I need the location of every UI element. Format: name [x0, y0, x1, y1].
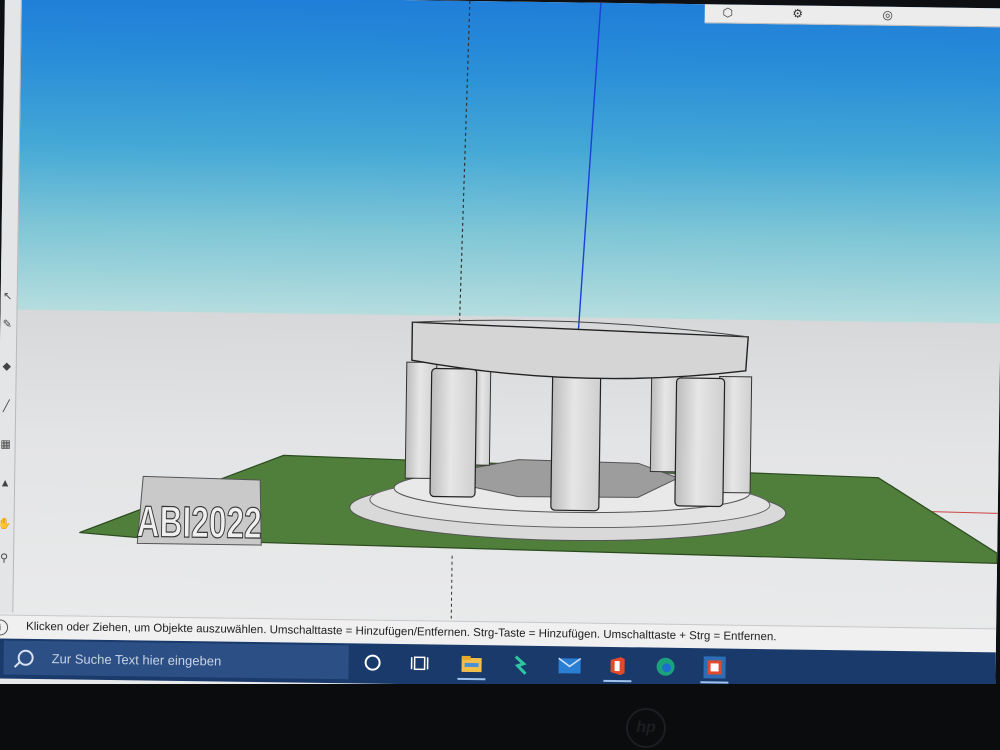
task-view-icon[interactable] — [397, 647, 441, 680]
scene-icon[interactable]: ◎ — [875, 7, 901, 23]
select-tool-icon[interactable]: ↖ — [1, 284, 15, 306]
text-3d-label: ABI2022 — [136, 497, 262, 548]
hp-logo: hp — [626, 708, 666, 748]
text-3d-object[interactable]: ABI2022 — [136, 475, 263, 549]
file-explorer-icon[interactable] — [449, 648, 493, 681]
line-tool-icon[interactable]: ╱ — [0, 394, 13, 416]
taskbar-search[interactable]: Zur Suche Text hier eingeben — [3, 640, 349, 680]
3d-scene[interactable]: ABI2022 — [0, 0, 1000, 626]
orbit-tool-icon[interactable]: ✋ — [0, 512, 12, 534]
green-axis-dotted — [458, 0, 471, 331]
blue-axis — [577, 2, 602, 333]
screen: ABI2022 ↖ ✎ ◆ ╱ ▦ ▲ ✋ ⚲ ⬡ ⚙ ◎ i Klicken … — [0, 0, 1000, 709]
laptop-bezel — [0, 684, 1000, 750]
camera-icon[interactable]: ⚙ — [785, 5, 811, 21]
view-icon[interactable]: ⬡ — [715, 4, 741, 20]
running-indicator — [457, 677, 486, 681]
tape-tool-icon[interactable]: ▦ — [0, 432, 13, 454]
cortana-icon[interactable] — [350, 646, 394, 679]
mail-icon[interactable] — [547, 649, 591, 682]
modeling-viewport[interactable]: ABI2022 ↖ ✎ ◆ ╱ ▦ ▲ ✋ ⚲ ⬡ ⚙ ◎ — [0, 0, 1000, 627]
paint-tool-icon[interactable]: ◆ — [0, 354, 14, 376]
axis-dotted-lower — [450, 555, 453, 619]
column[interactable] — [674, 377, 726, 508]
search-placeholder: Zur Suche Text hier eingeben — [51, 650, 222, 669]
sketchup-icon[interactable] — [692, 651, 736, 684]
search-icon — [17, 649, 34, 666]
info-icon[interactable]: i — [0, 619, 9, 636]
running-indicator — [603, 679, 632, 683]
zoom-tool-icon[interactable]: ⚲ — [0, 546, 11, 568]
pushpull-tool-icon[interactable]: ▲ — [0, 472, 12, 494]
edge-icon[interactable] — [643, 650, 687, 683]
column[interactable] — [550, 373, 602, 512]
column[interactable] — [429, 367, 478, 498]
eraser-tool-icon[interactable]: ✎ — [0, 312, 14, 334]
app-icon[interactable] — [498, 648, 542, 681]
office-icon[interactable] — [595, 650, 639, 683]
